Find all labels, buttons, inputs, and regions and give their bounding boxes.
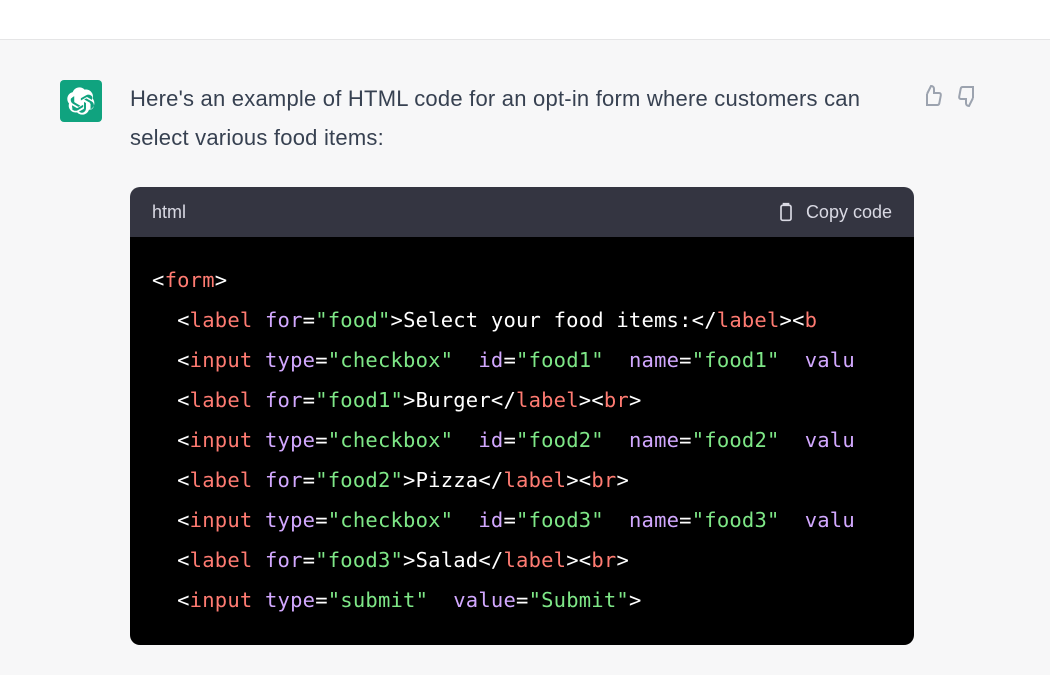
clipboard-icon <box>776 201 796 223</box>
code-body: <form> <label for="food">Select your foo… <box>130 237 914 645</box>
code-block: html Copy code <form> <label for="food">… <box>130 187 914 645</box>
thumbs-down-icon <box>956 84 980 108</box>
thumbs-up-button[interactable] <box>920 84 944 108</box>
feedback-buttons <box>920 84 980 108</box>
openai-logo-icon <box>67 87 95 115</box>
top-strip <box>0 0 1050 40</box>
code-header: html Copy code <box>130 187 914 237</box>
copy-code-label: Copy code <box>806 202 892 223</box>
thumbs-down-button[interactable] <box>956 84 980 108</box>
thumbs-up-icon <box>920 84 944 108</box>
assistant-avatar <box>60 80 102 122</box>
copy-code-button[interactable]: Copy code <box>776 201 892 223</box>
code-language-label: html <box>152 202 186 223</box>
assistant-message: Here's an example of HTML code for an op… <box>0 40 1050 645</box>
intro-text: Here's an example of HTML code for an op… <box>130 80 920 157</box>
message-content: Here's an example of HTML code for an op… <box>130 80 920 645</box>
